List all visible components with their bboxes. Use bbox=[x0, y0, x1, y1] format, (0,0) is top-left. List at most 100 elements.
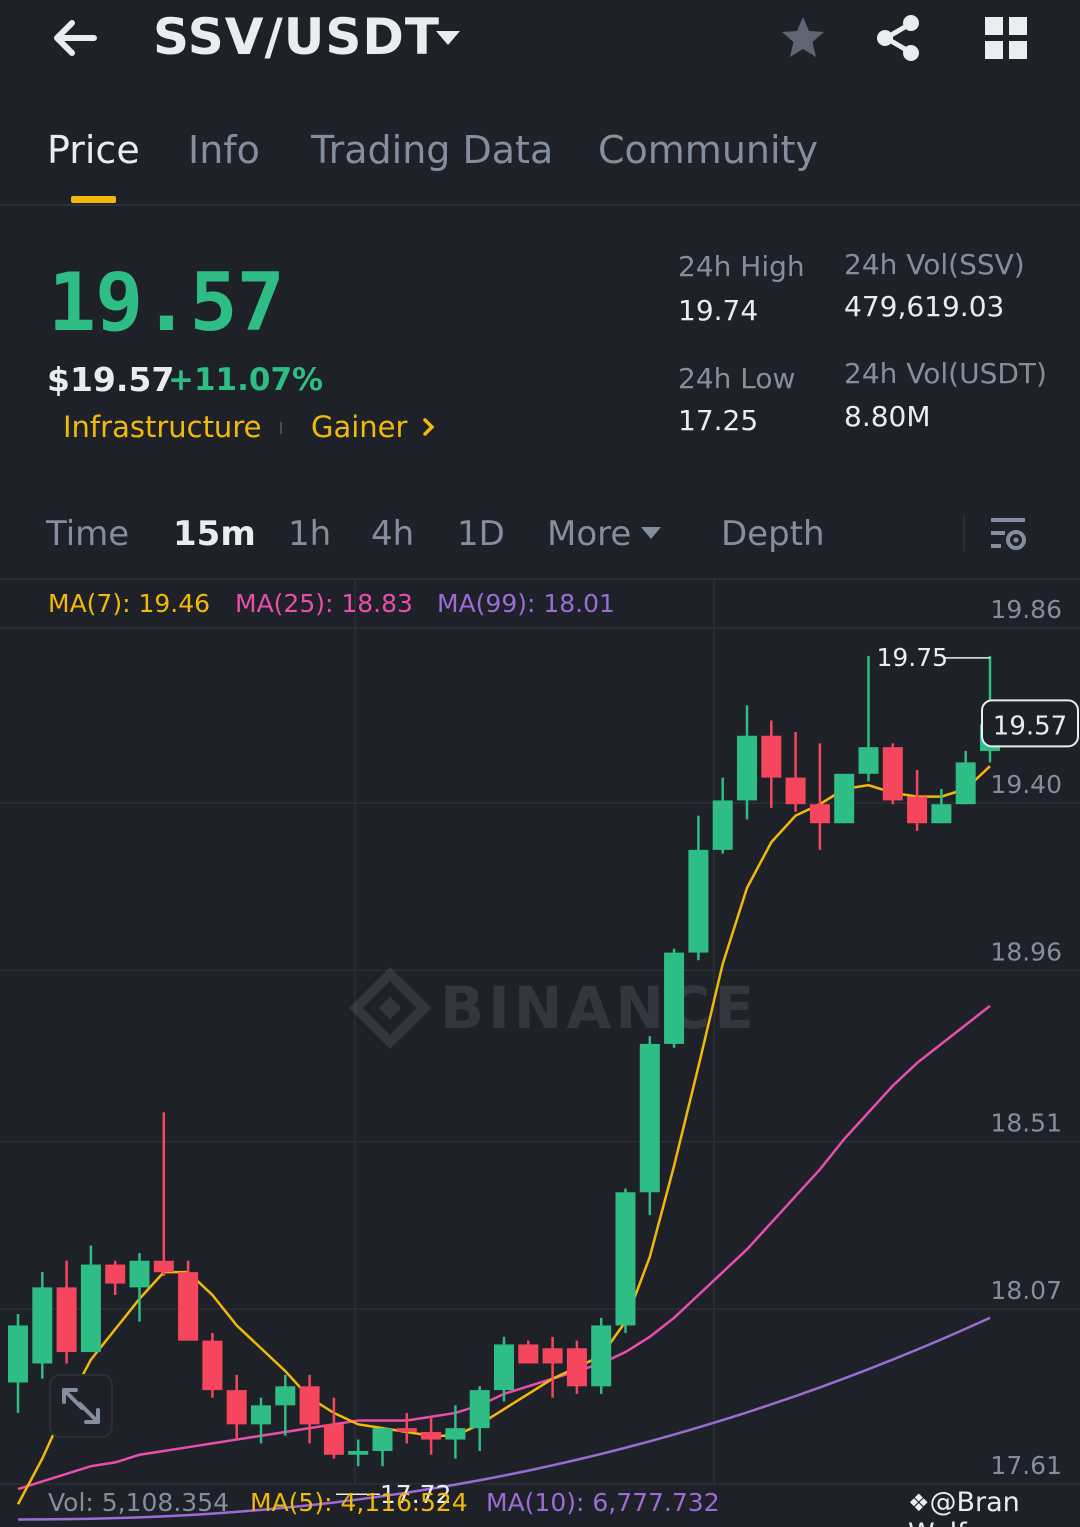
candle-body bbox=[202, 1340, 223, 1391]
candle bbox=[32, 1272, 53, 1379]
expand-chart-button bbox=[49, 1374, 113, 1438]
interval-1h[interactable]: 1h bbox=[288, 514, 331, 554]
high-marker-label: 19.75 bbox=[877, 643, 949, 672]
y-tick-label: 18.96 bbox=[990, 937, 1062, 966]
chevron-down-icon[interactable] bbox=[434, 28, 462, 48]
volume-label: Vol: 5,108.354 bbox=[48, 1488, 230, 1517]
candle-body bbox=[737, 735, 757, 801]
more-caret-icon[interactable] bbox=[640, 526, 662, 540]
y-tick-label: 19.40 bbox=[990, 770, 1062, 799]
back-arrow-icon[interactable] bbox=[50, 14, 100, 62]
candle-body bbox=[907, 796, 928, 824]
grid-icon[interactable] bbox=[982, 14, 1030, 62]
candle bbox=[907, 769, 928, 831]
candle-body bbox=[8, 1325, 28, 1383]
candle-body bbox=[882, 747, 903, 801]
candle bbox=[664, 948, 685, 1048]
last-price: 19.57 bbox=[48, 256, 285, 349]
top-bar: SSV/USDT bbox=[0, 0, 1080, 90]
share-icon[interactable] bbox=[874, 14, 922, 62]
star-icon[interactable] bbox=[779, 14, 827, 62]
interval-4h[interactable]: 4h bbox=[371, 514, 414, 554]
interval-more[interactable]: More bbox=[547, 514, 631, 554]
interval-divider bbox=[963, 515, 965, 551]
chevron-right-icon[interactable] bbox=[420, 416, 438, 438]
interval-time[interactable]: Time bbox=[46, 514, 129, 554]
ma25-label: MA(25): 18.83 bbox=[235, 589, 413, 618]
candle-body bbox=[785, 777, 806, 805]
vol-usdt-value: 8.80M bbox=[844, 400, 931, 433]
candle bbox=[105, 1260, 126, 1295]
tab-price[interactable]: Price bbox=[47, 128, 140, 172]
candle bbox=[421, 1416, 442, 1455]
tab-community[interactable]: Community bbox=[598, 128, 818, 172]
candle-body bbox=[275, 1386, 296, 1406]
candle bbox=[178, 1260, 199, 1341]
high-value: 19.74 bbox=[678, 294, 759, 327]
low-value: 17.25 bbox=[678, 404, 759, 437]
candle-body bbox=[615, 1192, 636, 1326]
tab-info[interactable]: Info bbox=[188, 128, 260, 172]
candle bbox=[785, 731, 806, 812]
candle bbox=[299, 1374, 320, 1444]
ma7-label: MA(7): 19.46 bbox=[48, 589, 211, 618]
candle bbox=[129, 1253, 150, 1322]
candle-body bbox=[688, 849, 709, 953]
interval-15m[interactable]: 15m bbox=[173, 514, 256, 554]
interval-1d[interactable]: 1D bbox=[457, 514, 505, 554]
candle-body bbox=[469, 1390, 490, 1429]
candle bbox=[688, 815, 709, 961]
chart-settings-icon[interactable] bbox=[988, 514, 1028, 554]
price-change: +11.07% bbox=[168, 362, 324, 398]
candle-body bbox=[105, 1264, 126, 1284]
candle bbox=[761, 720, 782, 809]
candles bbox=[8, 655, 1000, 1467]
candle-body bbox=[639, 1043, 660, 1193]
candle-body bbox=[32, 1287, 53, 1364]
candle bbox=[882, 743, 903, 805]
candle bbox=[834, 773, 855, 824]
tab-bar: Price Info Trading Data Community bbox=[0, 100, 1080, 206]
candle-body bbox=[445, 1428, 466, 1440]
candle-body bbox=[761, 735, 782, 778]
tab-active-indicator bbox=[71, 196, 116, 203]
candle bbox=[80, 1245, 101, 1353]
candle bbox=[202, 1333, 223, 1398]
vol-usdt-label: 24h Vol(USDT) bbox=[844, 357, 1047, 390]
tab-trading-data[interactable]: Trading Data bbox=[311, 128, 553, 172]
y-tick-label: 18.07 bbox=[990, 1276, 1062, 1305]
author-watermark: ❖@Bran Wolf bbox=[908, 1487, 1020, 1527]
candle-body bbox=[955, 762, 976, 805]
candle-body bbox=[494, 1344, 514, 1391]
candle bbox=[372, 1428, 393, 1467]
candle-body bbox=[251, 1405, 271, 1425]
volume-ma10-label: MA(10): 6,777.732 bbox=[486, 1488, 720, 1517]
y-tick-label: 19.86 bbox=[990, 595, 1062, 624]
vol-ssv-value: 479,619.03 bbox=[844, 290, 1005, 323]
ma99-label: MA(99): 18.01 bbox=[437, 589, 615, 618]
candle-body bbox=[178, 1272, 199, 1341]
candle-body bbox=[153, 1260, 174, 1273]
candle bbox=[566, 1340, 587, 1394]
candle bbox=[153, 1112, 174, 1276]
candle bbox=[469, 1386, 490, 1451]
candle bbox=[56, 1260, 77, 1364]
tag-gainer[interactable]: Gainer bbox=[311, 410, 407, 444]
usd-price: $19.57 bbox=[47, 360, 175, 399]
candle bbox=[591, 1317, 612, 1394]
candle-body bbox=[664, 952, 685, 1044]
candle bbox=[615, 1188, 636, 1334]
tag-infrastructure[interactable]: Infrastructure bbox=[63, 410, 261, 444]
candle-body bbox=[518, 1344, 539, 1364]
y-tick-label: 17.61 bbox=[990, 1451, 1062, 1480]
tag-divider bbox=[280, 422, 282, 434]
candle bbox=[226, 1374, 247, 1440]
current-price-label: 19.57 bbox=[993, 711, 1067, 741]
candle-body bbox=[396, 1428, 417, 1432]
candle bbox=[712, 777, 733, 854]
candlestick-chart[interactable]: BINANCE 19.86 19.40 18.96 18.51 18.07 17.61 1… bbox=[0, 580, 1080, 1527]
pair-title[interactable]: SSV/USDT bbox=[153, 8, 440, 66]
interval-depth[interactable]: Depth bbox=[721, 514, 825, 554]
candle bbox=[809, 743, 830, 850]
binance-logo-icon: ❖ bbox=[908, 1489, 930, 1517]
